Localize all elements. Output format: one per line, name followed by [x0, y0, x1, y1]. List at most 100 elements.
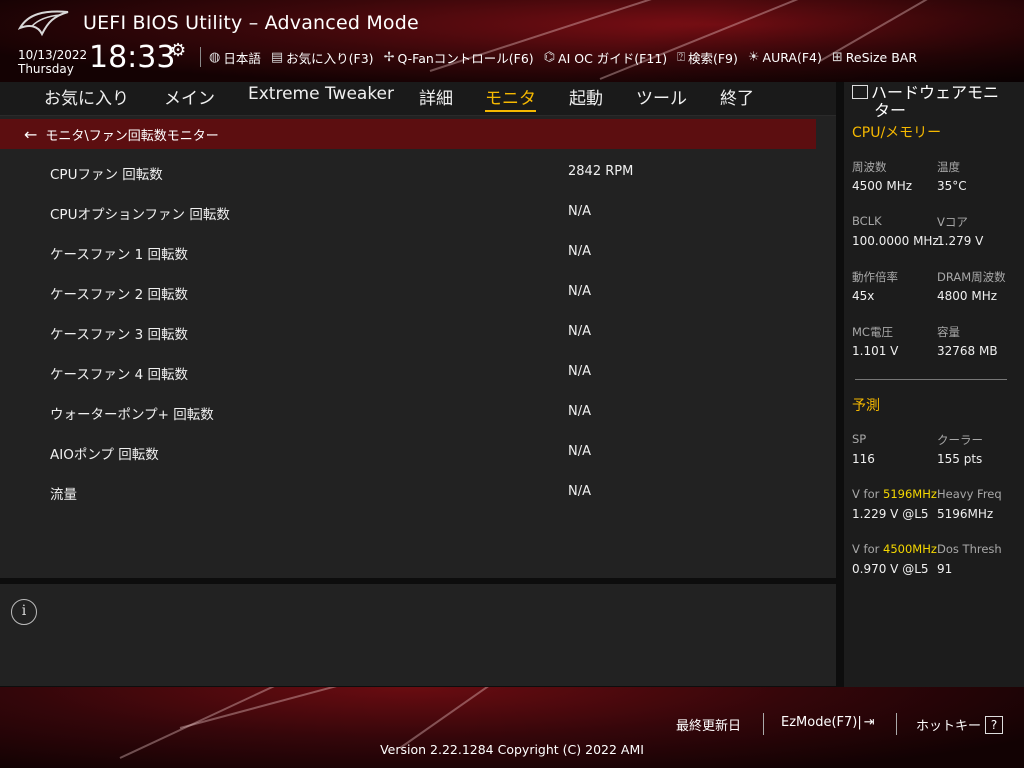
item-label: ケースファン 1 回転数	[50, 247, 188, 263]
list-item[interactable]: CPUファン 回転数 2842 RPM	[0, 151, 816, 191]
item-value: N/A	[568, 204, 591, 219]
tab-monitor[interactable]: モニタ	[485, 84, 536, 112]
ezmode-label: EzMode(F7)|	[781, 715, 862, 730]
item-label: ケースファン 4 回転数	[50, 367, 188, 383]
tab-tool[interactable]: ツール	[636, 84, 687, 109]
dram-freq-value: 4800 MHz	[937, 289, 998, 303]
language-button[interactable]: ◍ 日本語	[209, 48, 261, 67]
dram-freq-label: DRAM周波数	[937, 270, 1006, 284]
v-for-4500-value: 0.970 V @L5	[852, 562, 929, 576]
last-modified-button[interactable]: 最終更新日	[676, 715, 741, 734]
item-label: CPUオプションファン 回転数	[50, 207, 230, 223]
hw-divider	[855, 379, 1007, 380]
language-label: 日本語	[223, 50, 261, 66]
item-value: N/A	[568, 444, 591, 459]
list-item[interactable]: ケースファン 4 回転数 N/A	[0, 351, 816, 391]
tab-exit[interactable]: 終了	[720, 84, 754, 109]
ezmode-button[interactable]: EzMode(F7)| ⇥	[781, 715, 875, 730]
hotkeys-label: ホットキー	[916, 719, 982, 734]
qfan-button[interactable]: ✢ Q-Fanコントロール(F6)	[384, 48, 534, 67]
search-button[interactable]: ⍰ 検索(F9)	[677, 48, 738, 67]
item-value: N/A	[568, 404, 591, 419]
date-text: 10/13/2022	[18, 48, 88, 62]
version-text: Version 2.22.1284 Copyright (C) 2022 AMI	[380, 742, 644, 757]
item-value: N/A	[568, 244, 591, 259]
help-panel: i	[0, 584, 836, 686]
tab-main[interactable]: メイン	[164, 84, 215, 109]
ratio-value: 45x	[852, 289, 875, 303]
list-item[interactable]: 流量 N/A	[0, 471, 816, 511]
tab-advanced[interactable]: 詳細	[419, 84, 453, 109]
main-menu: お気に入り メイン Extreme Tweaker 詳細 モニタ 起動 ツール …	[0, 82, 836, 116]
qfan-label: Q-Fanコントロール(F6)	[397, 50, 534, 66]
hotkeys-help-icon: ?	[985, 715, 1004, 734]
hw-title: ハードウェアモニ ター	[852, 84, 1017, 120]
gear-icon[interactable]: ⚙	[170, 40, 186, 61]
temp-label: 温度	[937, 160, 960, 174]
mc-voltage-label: MC電圧	[852, 325, 893, 339]
freq-value: 4500 MHz	[852, 179, 913, 193]
tab-boot[interactable]: 起動	[569, 84, 603, 109]
breadcrumb-path: モニタ\ファン回転数モニター	[45, 128, 219, 144]
hw-title-line1: ハードウェアモニ	[871, 83, 1000, 102]
monitor-icon	[852, 85, 868, 99]
heavy-freq-label: Heavy Freq	[937, 487, 1002, 501]
dos-thresh-value: 91	[937, 562, 953, 576]
v-for-4500-label: V for 4500MHz	[852, 542, 937, 556]
tab-extreme-tweaker[interactable]: Extreme Tweaker	[248, 84, 394, 104]
bclk-value: 100.0000 MHz	[852, 234, 939, 248]
tab-favorites[interactable]: お気に入り	[44, 84, 129, 109]
item-label: 流量	[50, 487, 77, 503]
dos-thresh-label: Dos Thresh	[937, 542, 1002, 556]
item-label: ケースファン 3 回転数	[50, 327, 188, 343]
list-item[interactable]: AIOポンプ 回転数 N/A	[0, 431, 816, 471]
fan-speed-list: CPUファン 回転数 2842 RPM CPUオプションファン 回転数 N/A …	[0, 151, 816, 511]
ai-oc-icon: ⌬	[543, 49, 556, 65]
item-value: N/A	[568, 364, 591, 379]
hw-title-line2: ター	[874, 101, 907, 120]
info-icon: i	[11, 599, 37, 625]
section-cpu-memory: CPU/メモリー	[852, 125, 942, 141]
section-prediction: 予測	[852, 398, 880, 414]
rog-logo	[18, 10, 69, 37]
list-item[interactable]: ケースファン 1 回転数 N/A	[0, 231, 816, 271]
capacity-label: 容量	[937, 325, 960, 339]
resize-bar-button[interactable]: ⊞ ReSize BAR	[832, 50, 917, 65]
header-bar: UEFI BIOS Utility – Advanced Mode 10/13/…	[0, 0, 1024, 82]
hotkeys-button[interactable]: ホットキー ?	[916, 715, 1004, 734]
favorites-icon: ▤	[270, 49, 284, 65]
date-display: 10/13/2022 Thursday	[18, 48, 87, 76]
item-value: N/A	[568, 324, 591, 339]
hardware-monitor-panel: ハードウェアモニ ター CPU/メモリー 周波数 温度 4500 MHz 35°…	[844, 82, 1024, 687]
vcore-value: 1.279 V	[937, 234, 984, 248]
cooler-label: クーラー	[937, 433, 983, 447]
aura-label: AURA(F4)	[762, 49, 822, 65]
aura-icon: ☀	[747, 49, 760, 65]
exit-arrow-icon: ⇥	[863, 715, 875, 730]
aura-button[interactable]: ☀ AURA(F4)	[748, 50, 822, 65]
help-box-icon: ⍰	[677, 49, 685, 65]
item-value: N/A	[568, 484, 591, 499]
temp-value: 35°C	[937, 179, 967, 193]
fan-icon: ✢	[383, 49, 395, 65]
vcore-label: Vコア	[937, 215, 968, 229]
heavy-freq-value: 5196MHz	[937, 507, 994, 521]
list-item[interactable]: ケースファン 2 回転数 N/A	[0, 271, 816, 311]
favorites-button[interactable]: ▤ お気に入り(F3)	[271, 48, 374, 67]
list-item[interactable]: ケースファン 3 回転数 N/A	[0, 311, 816, 351]
item-value: N/A	[568, 284, 591, 299]
globe-icon: ◍	[209, 49, 221, 65]
v-for-5196-label: V for 5196MHz	[852, 487, 937, 501]
ai-oc-button[interactable]: ⌬ AI OC ガイド(F11)	[544, 48, 667, 67]
capacity-value: 32768 MB	[937, 344, 998, 358]
item-label: CPUファン 回転数	[50, 167, 163, 183]
resize-bar-icon: ⊞	[831, 49, 843, 65]
back-arrow-icon[interactable]: ←	[24, 125, 37, 144]
toolbar: ◍ 日本語 ▤ お気に入り(F3) ✢ Q-Fanコントロール(F6) ⌬ AI…	[200, 46, 927, 68]
day-text: Thursday	[18, 62, 74, 76]
v-for-5196-value: 1.229 V @L5	[852, 507, 929, 521]
list-item[interactable]: CPUオプションファン 回転数 N/A	[0, 191, 816, 231]
ai-oc-label: AI OC ガイド(F11)	[558, 50, 668, 66]
list-item[interactable]: ウォーターポンプ+ 回転数 N/A	[0, 391, 816, 431]
bclk-label: BCLK	[852, 214, 882, 228]
